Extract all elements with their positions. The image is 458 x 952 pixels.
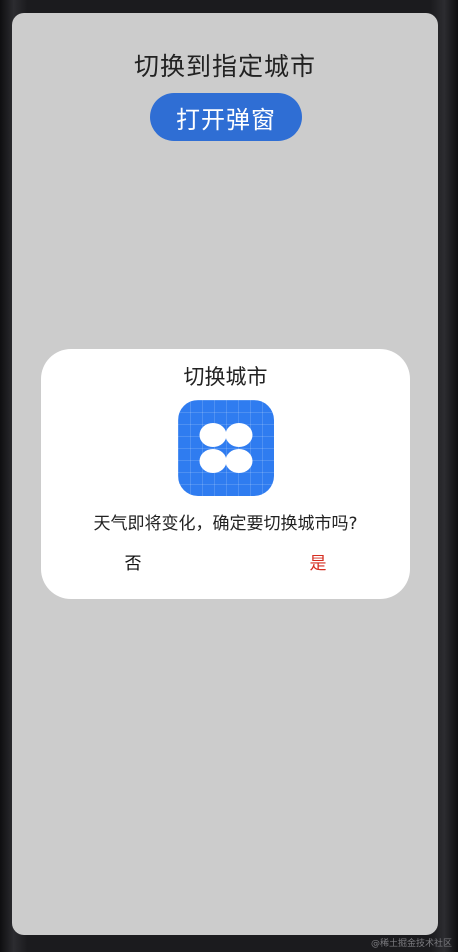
cancel-button[interactable]: 否 bbox=[73, 549, 193, 579]
dialog-title: 切换城市 bbox=[183, 365, 268, 389]
app-screen: 切换到指定城市 打开弹窗 切换城市 天气即将变化，确定要切换城市吗? 否 是 bbox=[12, 13, 438, 935]
confirm-button[interactable]: 是 bbox=[258, 549, 378, 579]
clover-app-icon bbox=[178, 400, 274, 496]
dialog-message: 天气即将变化，确定要切换城市吗? bbox=[93, 514, 358, 534]
device-frame: 切换到指定城市 打开弹窗 切换城市 天气即将变化，确定要切换城市吗? 否 是 @… bbox=[0, 0, 458, 952]
page-title: 切换到指定城市 bbox=[133, 52, 316, 81]
confirm-dialog: 切换城市 天气即将变化，确定要切换城市吗? 否 是 bbox=[41, 349, 410, 599]
open-dialog-button[interactable]: 打开弹窗 bbox=[150, 93, 302, 141]
clover-icon bbox=[199, 423, 253, 473]
watermark: @稀土掘金技术社区 bbox=[370, 939, 452, 949]
